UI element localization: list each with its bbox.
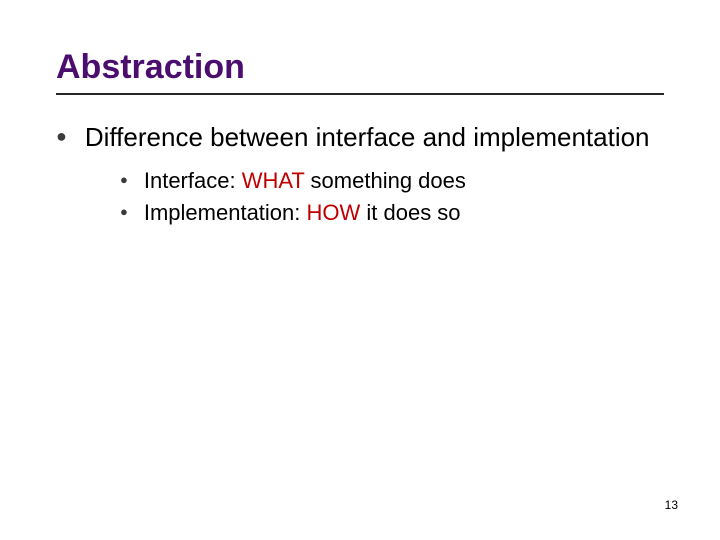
list-item: ● Interface: WHAT something does [120, 167, 664, 195]
list-item-text: Interface: WHAT something does [144, 167, 466, 195]
keyword: WHAT [242, 168, 305, 193]
keyword: HOW [307, 200, 361, 225]
text-segment: Implementation: [144, 200, 307, 225]
bullet-icon: ● [120, 167, 128, 193]
sublist: ● Interface: WHAT something does ● Imple… [120, 167, 664, 227]
bullet-icon: ● [120, 199, 128, 225]
list-item-text: Implementation: HOW it does so [144, 199, 461, 227]
text-segment: it does so [360, 200, 460, 225]
text-segment: Interface: [144, 168, 242, 193]
title-underline [56, 93, 664, 95]
slide: Abstraction ● Difference between interfa… [0, 0, 720, 540]
page-number: 13 [665, 498, 678, 512]
text-segment: something does [304, 168, 465, 193]
bullet-icon: ● [56, 121, 67, 151]
list-item-text: Difference between interface and impleme… [85, 121, 650, 153]
slide-title: Abstraction [56, 48, 664, 87]
list-item: ● Difference between interface and imple… [56, 121, 664, 153]
list-item: ● Implementation: HOW it does so [120, 199, 664, 227]
